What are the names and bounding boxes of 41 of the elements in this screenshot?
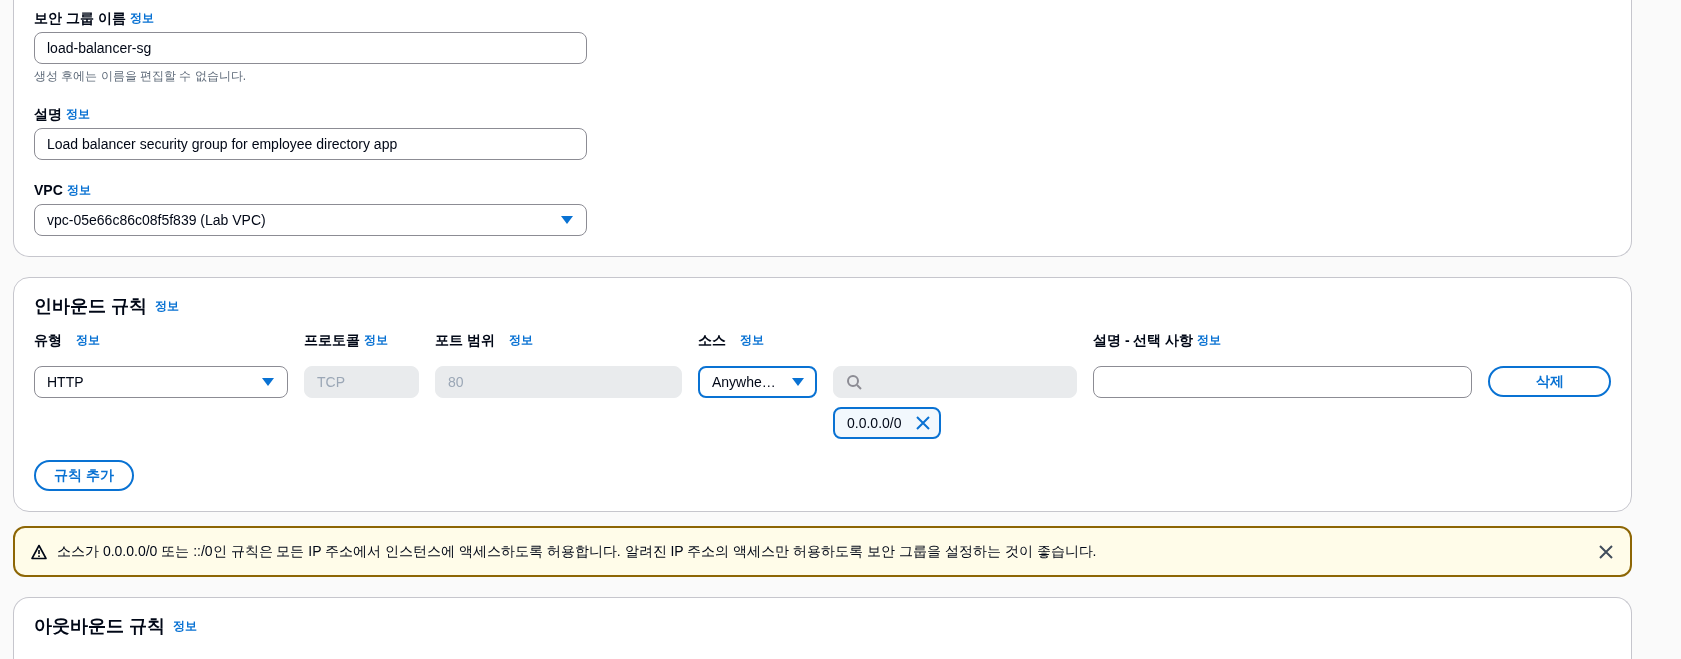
search-icon [846, 374, 862, 390]
field-label: 유형 [34, 331, 62, 350]
delete-button[interactable]: 삭제 [1488, 366, 1611, 397]
info-link[interactable]: 정보 [66, 104, 90, 124]
info-link[interactable]: 정보 [1197, 330, 1222, 350]
select-field[interactable]: Anywhe… [698, 366, 817, 398]
info-link[interactable]: 정보 [740, 330, 764, 350]
input-field: 80 [435, 366, 682, 398]
info-link[interactable]: 정보 [66, 180, 91, 200]
alert-message: 소스가 0.0.0.0/0 또는 ::/0인 규칙은 모든 IP 주소에서 인스턴스에 액세스하도록 허용합니다. 알려진 IP 주소의 액세스만 허용하도록 보안 그룹을 설정하는 것이 좋습니다. [57, 542, 1098, 561]
info-link[interactable]: 정보 [129, 8, 154, 28]
input-field[interactable] [1093, 366, 1472, 398]
input-field: TCP [304, 366, 419, 398]
field-label: 설명 [34, 105, 62, 124]
info-link[interactable]: 정보 [364, 330, 388, 350]
info-link[interactable]: 정보 [173, 614, 197, 638]
field-label: 프로토콜 [304, 331, 360, 350]
input-field[interactable]: load-balancer-sg [34, 32, 587, 64]
info-link[interactable]: 정보 [508, 330, 533, 350]
add-rule-button[interactable]: 규칙 추가 [34, 460, 134, 491]
hint-text: 생성 후에는 이름을 편집할 수 없습니다. [34, 68, 247, 84]
token-text: 0.0.0.0/0 [847, 415, 902, 431]
field-label: 포트 범위 [435, 331, 495, 350]
caret-icon [560, 215, 574, 225]
warning-icon [31, 543, 47, 560]
field-label: 설명 - 선택 사항 [1093, 331, 1194, 350]
info-link[interactable]: 정보 [155, 294, 179, 318]
close-icon[interactable] [1598, 543, 1614, 560]
field-label: 소스 [698, 331, 726, 350]
field-label: VPC [34, 181, 63, 200]
section-title: 인바운드 규칙 [34, 295, 147, 318]
close-icon[interactable] [915, 415, 931, 431]
caret-icon [261, 377, 275, 387]
info-link[interactable]: 정보 [76, 330, 100, 350]
select-field[interactable]: HTTP [34, 366, 288, 398]
input-field[interactable]: Load balancer security group for employee directory app [34, 128, 587, 160]
caret-icon [791, 377, 805, 387]
field-label: 보안 그룹 이름 [34, 9, 126, 28]
section-title: 아웃바운드 규칙 [34, 615, 165, 638]
search-field[interactable] [833, 366, 1077, 398]
select-field[interactable]: vpc-05e66c86c08f5f839 (Lab VPC) [34, 204, 587, 236]
